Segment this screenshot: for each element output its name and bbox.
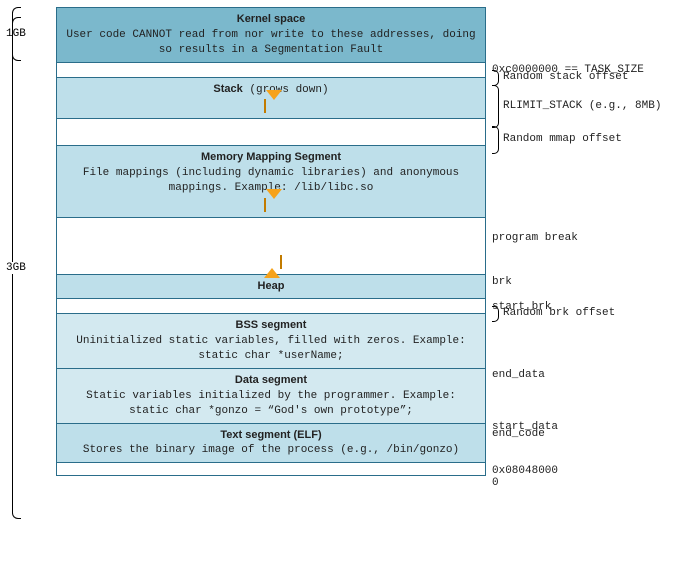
annot-program-break: program break	[492, 232, 578, 245]
arrow-up-icon	[264, 255, 278, 270]
annot-text-base: 0x08048000	[492, 465, 558, 478]
segment-bss: BSS segment Uninitialized static variabl…	[56, 313, 486, 369]
arrow-down-icon	[264, 99, 278, 114]
segment-stack: Stack (grows down)	[56, 77, 486, 120]
data-desc: Static variables initialized by the prog…	[86, 390, 456, 417]
annot-random-brk: Random brk offset	[492, 306, 615, 322]
stack-suffix: (grows down)	[243, 84, 329, 96]
annot-end-code: end_code	[492, 428, 545, 441]
right-annotation-column: 0xc0000000 == TASK_SIZE Random stack off…	[486, 8, 686, 476]
annot-rlimit-stack: RLIMIT_STACK (e.g., 8MB)	[492, 85, 661, 128]
heap-title: Heap	[258, 280, 285, 292]
mmap-title: Memory Mapping Segment	[201, 151, 341, 163]
gap-random-mmap-offset	[56, 118, 486, 146]
kernel-desc: User code CANNOT read from nor write to …	[66, 29, 475, 56]
segment-data: Data segment Static variables initialize…	[56, 368, 486, 424]
gap-random-stack-offset	[56, 62, 486, 78]
bss-title: BSS segment	[236, 319, 307, 331]
left-size-column: 1GB 3GB	[8, 8, 56, 476]
text-title: Text segment (ELF)	[220, 429, 321, 441]
kernel-title: Kernel space	[237, 13, 305, 25]
text-desc: Stores the binary image of the process (…	[83, 444, 459, 456]
segment-memory-mapping: Memory Mapping Segment File mappings (in…	[56, 145, 486, 217]
brace-3gb: 3GB	[8, 60, 21, 476]
address-space-column: Kernel space User code CANNOT read from …	[56, 8, 486, 476]
size-label-3gb: 3GB	[6, 262, 26, 274]
stack-title: Stack	[213, 83, 242, 95]
annot-brk: brk	[492, 276, 512, 289]
data-title: Data segment	[235, 374, 307, 386]
annot-random-mmap: Random mmap offset	[492, 126, 622, 154]
segment-text: Text segment (ELF) Stores the binary ima…	[56, 423, 486, 464]
gap-random-brk-offset	[56, 298, 486, 314]
segment-bottom-gap	[56, 462, 486, 476]
gap-heap-grow-area	[56, 217, 486, 275]
segment-kernel-space: Kernel space User code CANNOT read from …	[56, 7, 486, 63]
bss-desc: Uninitialized static variables, filled w…	[76, 335, 465, 362]
annot-zero: 0	[492, 477, 499, 490]
memory-layout-diagram: 1GB 3GB Kernel space User code CANNOT re…	[8, 8, 688, 476]
annot-random-stack: Random stack offset	[492, 70, 628, 86]
arrow-down-icon	[264, 198, 278, 213]
annot-end-data: end_data	[492, 369, 545, 382]
